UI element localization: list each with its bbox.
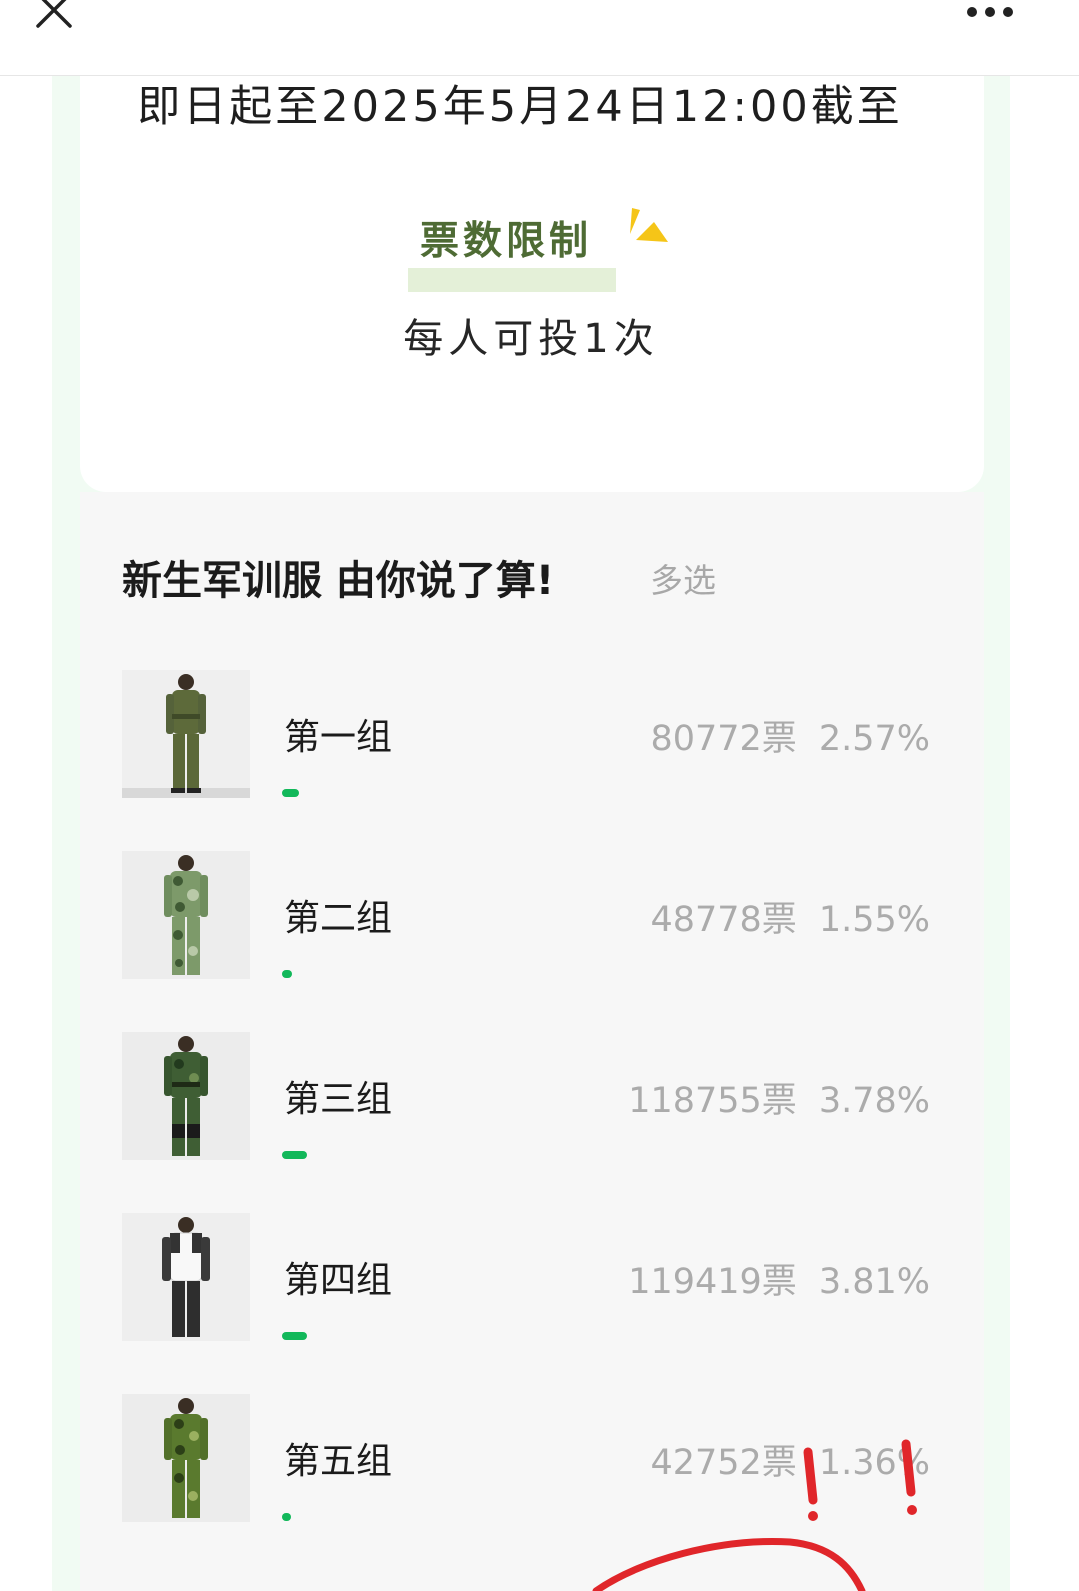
option-stats: 42752票 1.36% xyxy=(650,1434,930,1485)
option-stats: 80772票 2.57% xyxy=(650,710,930,761)
option-votes: 42752票 xyxy=(650,1443,797,1483)
option-votes: 80772票 xyxy=(650,719,797,759)
uniform-photo-camo-dark xyxy=(122,1032,250,1160)
option-percent: 1.36% xyxy=(818,1443,930,1483)
option-votes: 48778票 xyxy=(650,900,797,940)
poll-option-3[interactable]: 第三组 118755票 3.78% xyxy=(122,1032,942,1182)
poll-option-5[interactable]: 第五组 42752票 1.36% xyxy=(122,1394,942,1544)
option-name: 第二组 xyxy=(284,898,393,939)
option-progress-bar xyxy=(282,970,292,978)
uniform-photo-camo-green xyxy=(122,1394,250,1522)
poll-mode-badge: 多选 xyxy=(650,561,716,600)
vote-limit-value: 每人可投1次 xyxy=(403,316,659,362)
option-progress-bar xyxy=(282,1332,307,1340)
option-name: 第五组 xyxy=(284,1441,393,1482)
option-progress-bar xyxy=(282,1151,307,1159)
triangle-spark-icon xyxy=(630,208,668,242)
uniform-photo-tracksuit xyxy=(122,1213,250,1341)
option-percent: 3.78% xyxy=(818,1081,930,1121)
uniform-photo-olive xyxy=(122,670,250,798)
option-percent: 3.81% xyxy=(818,1262,930,1302)
more-dots-icon xyxy=(967,7,1013,17)
option-name: 第一组 xyxy=(284,717,393,758)
option-name: 第四组 xyxy=(284,1260,393,1301)
poll-option-4[interactable]: 第四组 119419票 3.81% xyxy=(122,1213,942,1363)
deadline-text: 即日起至2025年5月24日12:00截至 xyxy=(137,82,903,132)
vote-limit-title: 票数限制 xyxy=(420,219,593,264)
option-progress-bar xyxy=(282,1513,291,1521)
close-button[interactable] xyxy=(26,0,82,38)
title-highlight xyxy=(408,268,616,292)
uniform-photo-camo-light xyxy=(122,851,250,979)
vote-limit-heading: 票数限制 xyxy=(408,208,670,300)
more-menu-button[interactable] xyxy=(966,0,1026,26)
option-votes: 119419票 xyxy=(628,1262,797,1302)
option-name: 第三组 xyxy=(284,1079,393,1120)
option-votes: 118755票 xyxy=(628,1081,797,1121)
poll-option-1[interactable]: 第一组 80772票 2.57% xyxy=(122,670,942,820)
option-percent: 2.57% xyxy=(818,719,930,759)
option-progress-bar xyxy=(282,789,299,797)
close-icon xyxy=(36,0,72,28)
poll-option-2[interactable]: 第二组 48778票 1.55% xyxy=(122,851,942,1001)
option-percent: 1.55% xyxy=(818,900,930,940)
top-nav-bar xyxy=(0,0,1079,76)
option-stats: 48778票 1.55% xyxy=(650,891,930,942)
poll-title: 新生军训服 由你说了算! xyxy=(122,558,555,604)
option-stats: 118755票 3.78% xyxy=(628,1072,930,1123)
option-stats: 119419票 3.81% xyxy=(628,1253,930,1304)
